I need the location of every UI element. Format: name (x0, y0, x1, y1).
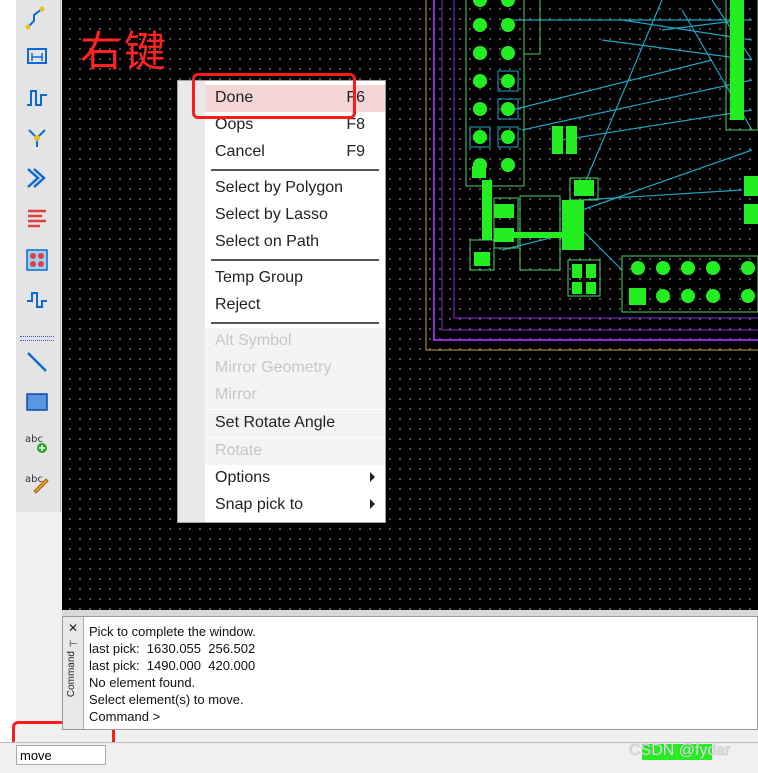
command-line: No element found. (89, 675, 196, 690)
menu-item-cancel[interactable]: Cancel F9 (205, 139, 385, 166)
line-icon[interactable] (22, 348, 52, 376)
command-panel-title: Command (66, 651, 77, 698)
tune-icon[interactable] (22, 286, 52, 314)
bus-route-icon[interactable] (22, 164, 52, 192)
menu-separator (211, 259, 379, 261)
svg-text:abc: abc (25, 474, 43, 485)
grid-array-icon[interactable] (22, 246, 52, 274)
toolbar-divider (20, 336, 54, 341)
right-click-annotation: 右键 (80, 27, 169, 76)
command-panel: ✕ ⊢ Command Pick to complete the window.… (62, 616, 758, 730)
menu-item-reject[interactable]: Reject (205, 292, 385, 319)
menu-item-select-by-polygon[interactable]: Select by Polygon (205, 175, 385, 202)
context-menu: Done F6 Oops F8 Cancel F9 Select by Poly… (177, 80, 386, 523)
command-panel-tab: ✕ ⊢ Command (63, 617, 84, 729)
menu-item-mirror-geometry: Mirror Geometry (205, 355, 385, 382)
fanout-icon[interactable] (22, 124, 52, 152)
close-icon[interactable]: ✕ (68, 621, 78, 635)
done-highlight-box (192, 73, 356, 119)
menu-item-set-rotate-angle[interactable]: Set Rotate Angle (205, 410, 385, 437)
route-icon[interactable] (22, 4, 52, 32)
submenu-arrow-icon (370, 472, 375, 482)
left-toolbar: abc abc (16, 0, 61, 512)
menu-item-options[interactable]: Options (205, 465, 385, 492)
command-line: Pick to complete the window. (89, 624, 256, 639)
dimension-icon[interactable] (22, 42, 52, 70)
submenu-arrow-icon (370, 499, 375, 509)
edit-text-icon[interactable]: abc (22, 468, 52, 496)
menu-item-rotate: Rotate (205, 438, 385, 465)
menu-item-mirror: Mirror (205, 382, 385, 409)
menu-separator (211, 169, 379, 171)
command-output: Pick to complete the window. last pick: … (89, 623, 256, 725)
pcb-canvas[interactable] (62, 0, 758, 610)
menu-item-temp-group[interactable]: Temp Group (205, 265, 385, 292)
status-command: move (16, 745, 106, 765)
menu-icon-gutter (178, 81, 205, 522)
command-line: Select element(s) to move. (89, 692, 244, 707)
delay-tune-icon[interactable] (22, 84, 52, 112)
pin-icon[interactable]: ⊢ (69, 639, 78, 650)
menu-item-select-on-path[interactable]: Select on Path (205, 229, 385, 256)
menu-item-snap-pick-to[interactable]: Snap pick to (205, 492, 385, 519)
command-line: last pick: 1630.055 256.502 (89, 641, 256, 656)
command-line: last pick: 1490.000 420.000 (89, 658, 256, 673)
menu-item-alt-symbol: Alt Symbol (205, 328, 385, 355)
add-text-icon[interactable]: abc (22, 428, 52, 456)
watermark: CSDN @fydar (629, 742, 731, 759)
spread-lines-icon[interactable] (22, 204, 52, 232)
menu-item-select-by-lasso[interactable]: Select by Lasso (205, 202, 385, 229)
left-window-edge (0, 0, 16, 745)
rectangle-icon[interactable] (22, 388, 52, 416)
menu-separator (211, 322, 379, 324)
command-prompt[interactable]: Command > (89, 708, 256, 725)
pcb-layout-drawing (425, 0, 758, 351)
